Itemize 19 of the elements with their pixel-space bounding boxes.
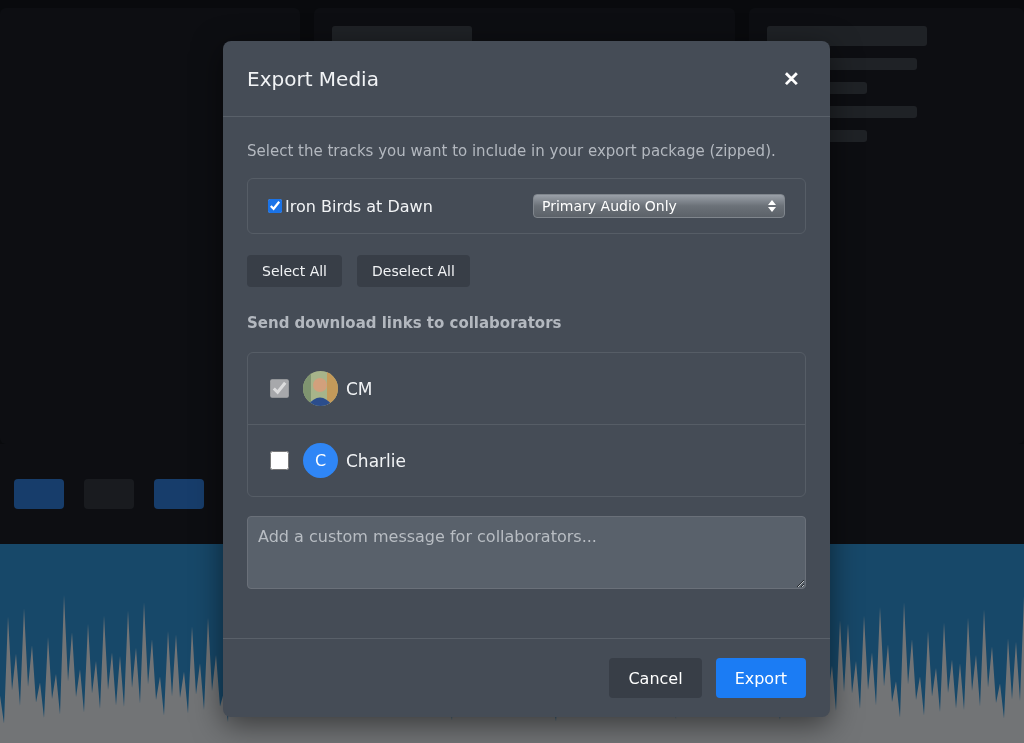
toolbar-button[interactable]: [14, 478, 64, 509]
close-button[interactable]: ✕: [777, 66, 806, 91]
track-select[interactable]: Primary Audio Only: [533, 194, 785, 218]
track-name: Iron Birds at Dawn: [285, 196, 433, 216]
select-button[interactable]: Deselect All: [357, 255, 470, 287]
section-label: Send download links to collaborators: [247, 314, 563, 332]
export-button[interactable]: Export: [715, 658, 806, 698]
track-checkbox[interactable]: [268, 199, 282, 213]
dialog-description: Select the tracks you want to include in your export package (zipped).: [247, 142, 777, 160]
avatar: C: [303, 443, 338, 478]
message-field[interactable]: Add a custom message for collaborators...: [247, 516, 806, 589]
collaborator-name: Charlie: [346, 450, 406, 471]
collaborator-name: CM: [346, 378, 373, 399]
stepper-icon: [768, 200, 776, 212]
cancel-button[interactable]: Cancel: [609, 658, 702, 698]
dialog-title: Export Media: [247, 66, 379, 91]
collaborator-checkbox[interactable]: [270, 451, 289, 470]
select-button[interactable]: Select All: [247, 255, 342, 287]
toolbar-button[interactable]: [154, 478, 204, 509]
